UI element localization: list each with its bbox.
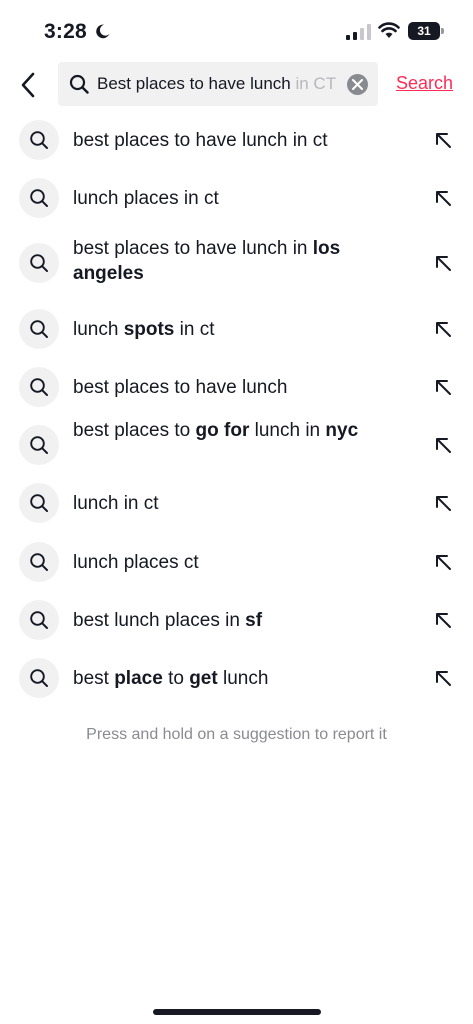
fill-query-arrow-icon[interactable]: [433, 668, 453, 688]
suggestion-item[interactable]: best places to have lunch in ct: [0, 111, 473, 169]
suggestion-label: best places to have lunch in los angeles: [73, 236, 393, 286]
suggestion-search-icon-badge: [19, 178, 59, 218]
suggestion-highlight: place: [114, 668, 163, 689]
suggestion-search-icon-badge: [19, 120, 59, 160]
fill-query-arrow-icon[interactable]: [433, 493, 453, 513]
suggestion-label: lunch places in ct: [73, 186, 393, 211]
suggestion-search-icon-badge: [19, 367, 59, 407]
suggestion-text: lunch: [73, 319, 124, 340]
suggestion-text: lunch: [217, 668, 269, 689]
suggestion-search-icon-badge: [19, 542, 59, 582]
suggestion-item[interactable]: lunch spots in ct: [0, 300, 473, 358]
back-arrow-icon[interactable]: [16, 70, 42, 100]
suggestion-label: lunch places ct: [73, 550, 393, 575]
suggestion-item[interactable]: lunch in ct: [0, 474, 473, 532]
status-time: 3:28: [44, 20, 87, 43]
suggestion-item[interactable]: best places to have lunch: [0, 358, 473, 416]
suggestion-highlight: get: [189, 668, 218, 689]
moon-icon: [96, 24, 110, 39]
status-bar: 3:28 31: [0, 0, 473, 60]
search-icon: [30, 494, 48, 512]
search-query-faded: in CT: [295, 74, 337, 93]
battery-tip: [441, 28, 444, 34]
suggestion-item[interactable]: lunch places in ct: [0, 169, 473, 227]
suggestion-item[interactable]: best lunch places in sf: [0, 591, 473, 649]
fill-query-arrow-icon[interactable]: [433, 319, 453, 339]
suggestion-text: lunch in ct: [73, 493, 159, 514]
search-icon: [30, 378, 48, 396]
wifi-icon: [378, 22, 400, 38]
search-query: Best places to have lunch: [97, 74, 296, 93]
suggestion-label: best place to get lunch: [73, 666, 393, 691]
search-icon: [30, 669, 48, 687]
search-icon: [30, 189, 48, 207]
suggestion-text: lunch places in ct: [73, 188, 219, 209]
search-icon: [30, 320, 48, 338]
suggestion-highlight: spots: [123, 319, 175, 340]
fill-query-arrow-icon[interactable]: [433, 130, 453, 150]
search-icon: [30, 131, 48, 149]
suggestion-label: best places to have lunch: [73, 375, 393, 400]
search-query-text[interactable]: Best places to have lunch in CT: [97, 74, 342, 96]
suggestion-highlight: sf: [245, 610, 263, 631]
home-indicator: [153, 1009, 321, 1015]
fill-query-arrow-icon[interactable]: [433, 377, 453, 397]
suggestion-item[interactable]: lunch places ct: [0, 533, 473, 591]
suggestion-item[interactable]: best places to go for lunch in nyc: [0, 416, 473, 474]
suggestion-text: lunch places ct: [73, 552, 199, 573]
search-icon: [30, 611, 48, 629]
battery-indicator: 31: [408, 22, 440, 40]
suggestion-text: best lunch places in: [73, 610, 246, 631]
suggestion-search-icon-badge: [19, 483, 59, 523]
fill-query-arrow-icon[interactable]: [433, 435, 453, 455]
suggestion-text: best places to have lunch: [73, 377, 288, 398]
close-icon: [352, 79, 363, 90]
search-header: Best places to have lunch in CT Search: [0, 60, 473, 110]
suggestion-item[interactable]: best place to get lunch: [0, 649, 473, 707]
clear-search-button[interactable]: [347, 74, 368, 95]
suggestion-text: best: [73, 668, 115, 689]
suggestion-search-icon-badge: [19, 309, 59, 349]
search-icon: [30, 553, 48, 571]
fill-query-arrow-icon[interactable]: [433, 253, 453, 273]
suggestion-label: best places to have lunch in ct: [73, 128, 393, 153]
cellular-signal-icon: [346, 24, 371, 40]
fill-query-arrow-icon[interactable]: [433, 610, 453, 630]
search-button[interactable]: Search: [396, 73, 453, 94]
search-icon: [69, 74, 89, 94]
suggestion-label: best lunch places in sf: [73, 608, 393, 633]
suggestion-search-icon-badge: [19, 600, 59, 640]
suggestion-text: best places to have lunch in: [73, 238, 313, 259]
search-icon: [30, 436, 48, 454]
suggestion-search-icon-badge: [19, 243, 59, 283]
suggestion-label: lunch in ct: [73, 491, 393, 516]
suggestion-text: best places to: [73, 420, 196, 441]
suggestion-search-icon-badge: [19, 425, 59, 465]
suggestion-item[interactable]: best places to have lunch in los angeles: [0, 234, 473, 292]
report-hint: Press and hold on a suggestion to report…: [86, 726, 387, 743]
search-input[interactable]: Best places to have lunch in CT: [58, 62, 378, 106]
fill-query-arrow-icon[interactable]: [433, 188, 453, 208]
suggestion-label: lunch spots in ct: [73, 317, 393, 342]
suggestion-text: best places to have lunch in ct: [73, 130, 328, 151]
suggestion-search-icon-badge: [19, 658, 59, 698]
suggestion-label: best places to go for lunch in nyc: [73, 418, 393, 443]
suggestion-text: in ct: [174, 319, 215, 340]
suggestion-highlight: go for: [195, 420, 250, 441]
search-icon: [30, 254, 48, 272]
suggestion-text: to: [162, 668, 190, 689]
suggestion-text: lunch in: [249, 420, 326, 441]
suggestion-highlight: nyc: [325, 420, 359, 441]
fill-query-arrow-icon[interactable]: [433, 552, 453, 572]
